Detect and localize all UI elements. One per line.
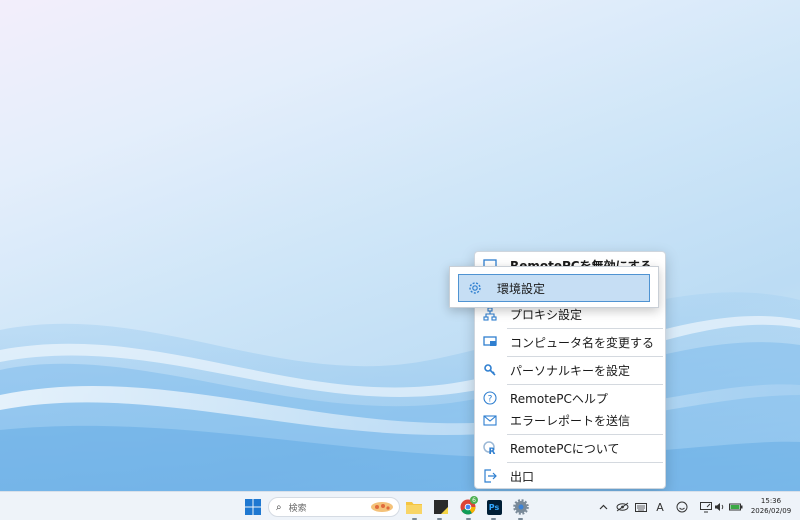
menu-item-about[interactable]: R RemotePCについて: [475, 437, 665, 459]
sticky-notes-icon[interactable]: [432, 498, 450, 516]
menu-item-label: RemotePCヘルプ: [510, 391, 608, 406]
menu-item-exit[interactable]: 出口: [475, 465, 665, 487]
exit-icon: [478, 469, 502, 483]
wallpaper: [0, 292, 800, 491]
menu-item-rename-computer[interactable]: コンピュータ名を変更する: [475, 331, 665, 353]
photoshop-label: Ps: [486, 499, 502, 515]
eye-off-icon[interactable]: [614, 498, 630, 516]
rename-computer-icon: [478, 336, 502, 348]
menu-item-label: パーソナルキーを設定: [510, 363, 631, 378]
chrome-notification-badge: 6: [470, 496, 478, 504]
input-mode-indicator[interactable]: A: [652, 498, 668, 516]
menu-separator: [507, 434, 663, 435]
taskbar: ⌕ 検索 Ps A 15:36 2026/02/09: [0, 491, 800, 520]
network-icon: [478, 307, 502, 321]
menu-separator: [507, 328, 663, 329]
volume-icon[interactable]: [713, 498, 727, 516]
menu-item-label: プロキシ設定: [510, 307, 583, 322]
menu-item-label: 環境設定: [497, 281, 546, 296]
show-hidden-icons-chevron-icon[interactable]: [597, 498, 609, 516]
menu-item-label: エラーレポートを送信: [510, 413, 631, 428]
menu-item-label: コンピュータ名を変更する: [510, 335, 655, 350]
menu-item-preferences[interactable]: 環境設定: [458, 274, 650, 302]
smiley-icon[interactable]: [673, 498, 691, 516]
menu-item-help[interactable]: ? RemotePCヘルプ: [475, 387, 665, 409]
menu-separator: [507, 356, 663, 357]
clock-date: 2026/02/09: [750, 507, 792, 515]
network-monitor-icon[interactable]: [698, 498, 714, 516]
search-highlight-icon: [371, 502, 393, 512]
keyboard-icon[interactable]: [633, 498, 649, 516]
settings-app-icon[interactable]: [512, 498, 530, 516]
menu-item-label: 出口: [510, 469, 535, 484]
search-icon: ⌕: [276, 501, 282, 513]
menu-separator: [507, 384, 663, 385]
file-explorer-icon[interactable]: [405, 498, 423, 516]
key-icon: [478, 363, 502, 377]
taskbar-search[interactable]: ⌕ 検索: [268, 497, 400, 517]
photoshop-icon[interactable]: Ps: [485, 498, 503, 516]
windows-logo-icon: [245, 499, 261, 515]
taskbar-clock[interactable]: 15:36 2026/02/09: [746, 496, 796, 516]
clock-time: 15:36: [760, 497, 782, 505]
svg-text:R: R: [489, 447, 496, 455]
start-button[interactable]: [244, 498, 262, 516]
help-icon: ?: [478, 391, 502, 405]
desktop: RemotePCを無効にする プロキシ設定 コンピュータ名を変更する パーソナル…: [0, 0, 800, 520]
search-placeholder: 検索: [288, 503, 307, 514]
menu-separator: [507, 462, 663, 463]
menu-item-send-error-report[interactable]: エラーレポートを送信: [475, 409, 665, 431]
gear-icon: [463, 281, 487, 295]
battery-icon[interactable]: [728, 498, 744, 516]
menu-item-personal-key[interactable]: パーソナルキーを設定: [475, 359, 665, 381]
mail-icon: [478, 414, 502, 426]
settings-popup: 環境設定: [449, 266, 659, 308]
menu-item-label: RemotePCについて: [510, 441, 620, 456]
svg-text:?: ?: [488, 395, 493, 405]
remotepc-logo-icon: R: [478, 441, 502, 455]
